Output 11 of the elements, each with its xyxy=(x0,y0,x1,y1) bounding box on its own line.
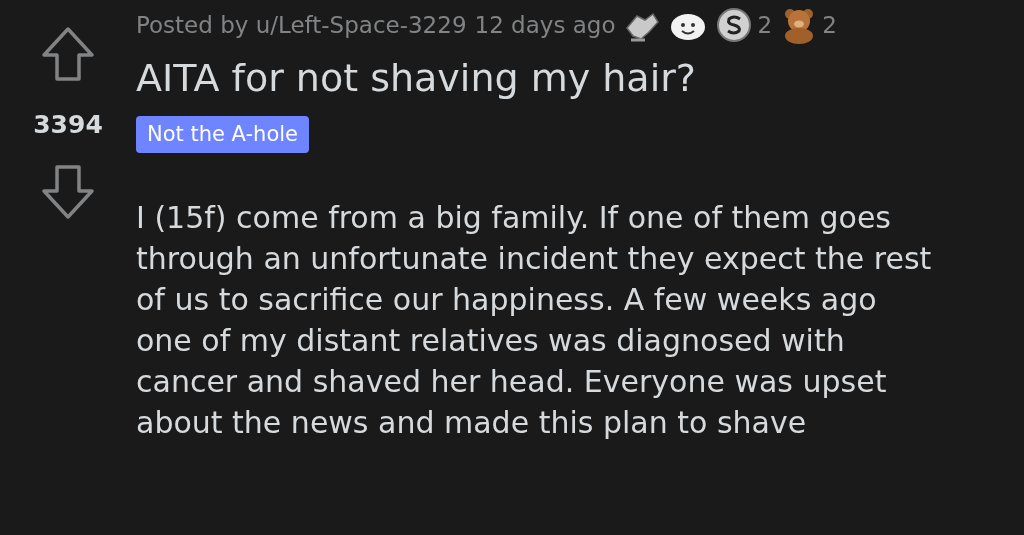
author-text[interactable]: Posted by u/Left-Space-3229 xyxy=(136,7,467,43)
vote-count: 3394 xyxy=(33,109,103,141)
flair-tag: Not the A-hole xyxy=(136,115,309,154)
award-count: 2 xyxy=(757,10,773,40)
downvote-icon[interactable] xyxy=(41,163,95,220)
post-title[interactable]: AITA for not shaving my hair? xyxy=(136,56,1024,102)
post-age: 12 days ago xyxy=(474,10,616,40)
award-count: 2 xyxy=(822,10,837,40)
post-body: I (15f) come from a big family. If one of them goes through an unfortunate incident they expect the rest of us to sacrifice our happiness. A few weeks ago one of my distant relatives was diagnosed with cancer and shaved her head. Everyone was upset about the news and made this plan to shave xyxy=(136,199,933,443)
upvote-icon[interactable] xyxy=(41,26,95,82)
coin-icon[interactable] xyxy=(715,6,754,44)
